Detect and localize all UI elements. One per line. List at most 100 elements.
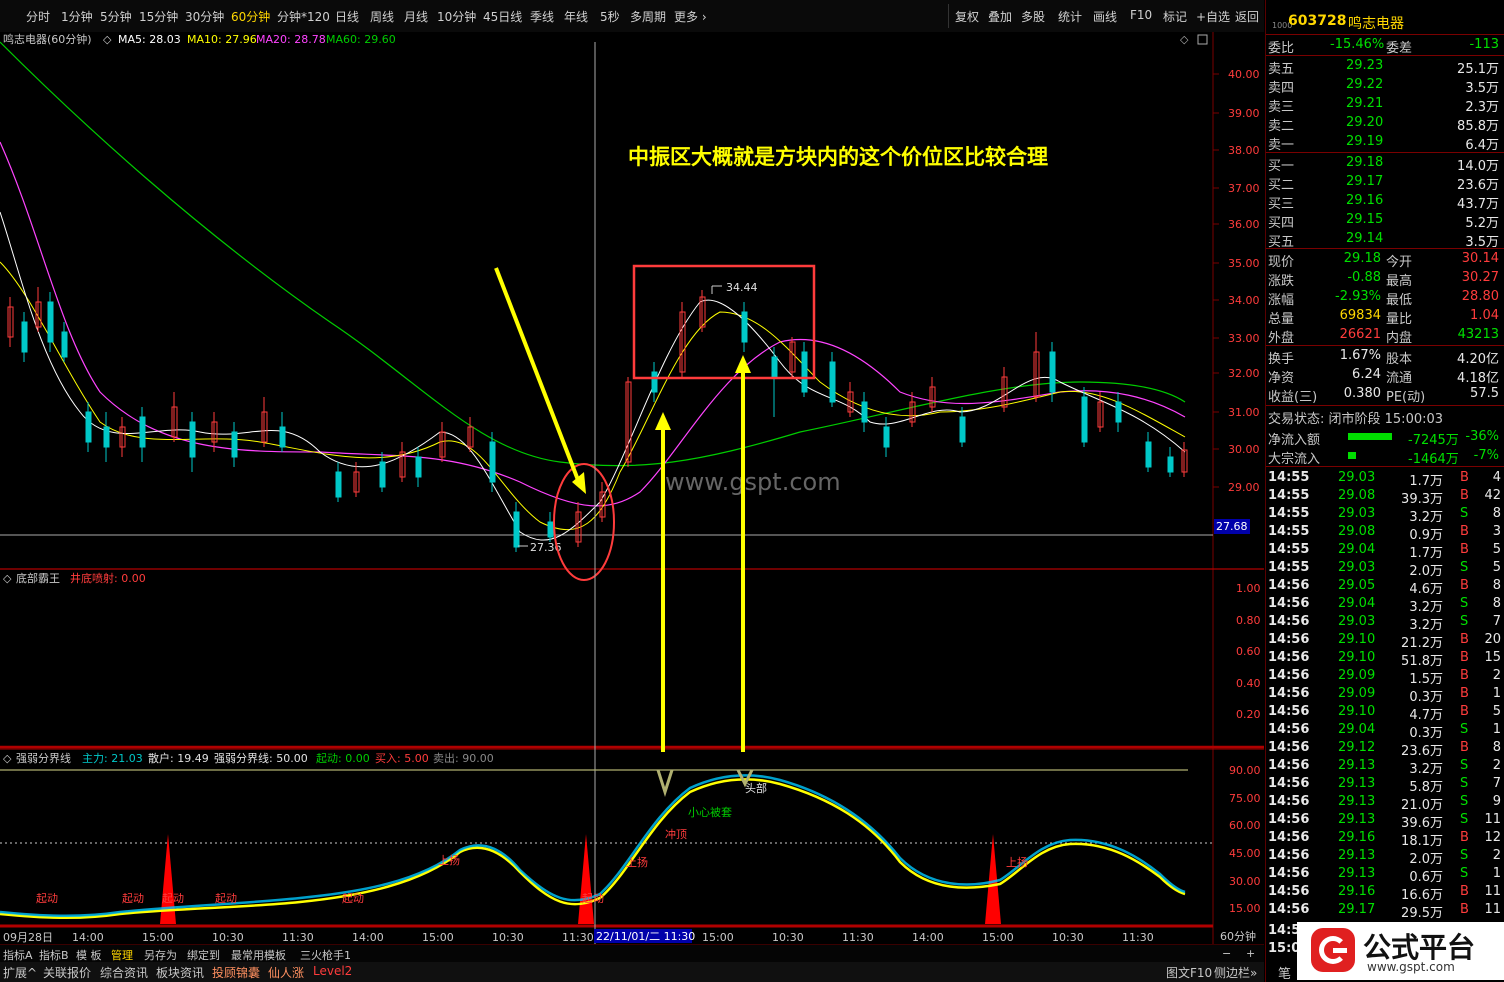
tick-row: 14:55 29.03 3.2万 S 8: [1268, 506, 1501, 525]
tab-sidebar[interactable]: 侧边栏»: [1214, 964, 1257, 981]
tab-5sec[interactable]: 5秒: [600, 8, 620, 25]
tick-row: 14:56 29.09 0.3万 B 1: [1268, 686, 1501, 705]
diamond-icon[interactable]: ◇: [1180, 33, 1189, 46]
mark-button[interactable]: 标记: [1163, 8, 1187, 25]
svg-text:30.00: 30.00: [1229, 875, 1261, 888]
annotation-text: 中振区大概就是方块内的这个价位区比较合理: [628, 145, 1048, 169]
indicator2-name[interactable]: 强弱分界线: [16, 751, 71, 765]
svg-text:15:00: 15:00: [422, 931, 454, 944]
tick-row: 14:56 29.13 5.8万 S 7: [1268, 776, 1501, 795]
tab-30min[interactable]: 30分钟: [185, 8, 224, 25]
tab-daily[interactable]: 日线: [335, 8, 359, 25]
tab-more[interactable]: 更多 ›: [674, 8, 707, 25]
overlay-button[interactable]: 叠加: [988, 8, 1012, 25]
zoom-in-button[interactable]: +: [1246, 947, 1255, 960]
tab-fenshi[interactable]: 分时: [26, 8, 50, 25]
tab-advisor[interactable]: 投顾锦囊: [212, 964, 260, 981]
fund-row: 换手 1.67% 股本 4.20亿: [1268, 348, 1499, 367]
collapse-icon[interactable]: ◇: [103, 33, 112, 46]
svg-text:38.00: 38.00: [1228, 144, 1260, 157]
bid-row: 买二 29.17 23.6万: [1268, 174, 1499, 193]
tab-5min[interactable]: 5分钟: [100, 8, 132, 25]
tab-min120[interactable]: 分钟*120: [277, 8, 330, 25]
high-price-label: 34.44: [726, 281, 758, 294]
tab-year[interactable]: 年线: [564, 8, 588, 25]
add-favorite-button[interactable]: +自选: [1196, 8, 1230, 25]
tab-news[interactable]: 综合资讯: [100, 964, 148, 981]
block-inflow-row: 大宗流入 -1464万 -7%: [1268, 448, 1499, 467]
draw-line-button[interactable]: 画线: [1093, 8, 1117, 25]
tab-bind-to[interactable]: 绑定到: [187, 947, 220, 963]
svg-text:起动: 起动: [342, 892, 364, 905]
fund-row: 收益(三) 0.380 PE(动) 57.5: [1268, 386, 1499, 405]
tick-row: 14:55 29.08 39.3万 B 42: [1268, 488, 1501, 507]
back-button[interactable]: 返回: [1235, 8, 1259, 25]
tab-manage[interactable]: 管理: [111, 947, 133, 963]
tab-60min[interactable]: 60分钟: [231, 8, 270, 25]
stock-name: 鸣志电器: [1348, 16, 1404, 32]
collapse-icon[interactable]: ◇: [3, 752, 12, 765]
tab-sanhuo[interactable]: 三火枪手1: [300, 947, 351, 963]
tab-quarter[interactable]: 季线: [530, 8, 554, 25]
chart-area[interactable]: 鸣志电器(60分钟) ◇ MA5: 28.03 MA10: 27.96 MA20…: [0, 32, 1264, 944]
period-label: 60分钟: [1220, 929, 1256, 943]
tab-xianren[interactable]: 仙人涨: [268, 964, 304, 981]
tick-row: 14:55 29.04 1.7万 B 5: [1268, 542, 1501, 561]
collapse-icon[interactable]: ◇: [3, 572, 12, 585]
tab-weekly[interactable]: 周线: [370, 8, 394, 25]
trade-status: 交易状态: 闭市阶段 15:00:03: [1268, 412, 1444, 427]
tab-level2[interactable]: Level2: [313, 964, 352, 978]
svg-text:11:30: 11:30: [842, 931, 874, 944]
bid-row: 买一 29.18 14.0万: [1268, 155, 1499, 174]
logo-g-icon: [1311, 928, 1355, 972]
tab-10min[interactable]: 10分钟: [437, 8, 476, 25]
svg-text:0.80: 0.80: [1236, 614, 1261, 627]
tab-common-templates[interactable]: 最常用模板: [231, 947, 286, 963]
tab-sector-news[interactable]: 板块资讯: [156, 964, 204, 981]
bid-row: 买四 29.15 5.2万: [1268, 212, 1499, 231]
indicator2-main: 主力: 21.03: [82, 752, 143, 765]
tab-f10-graphic[interactable]: 图文F10: [1166, 964, 1212, 981]
ma10-label: MA10: 27.96: [187, 33, 257, 46]
tab-indicator-b[interactable]: 指标B: [39, 947, 69, 963]
weibi-row: 委比 -15.46% 委差 -113: [1268, 37, 1499, 56]
svg-text:上扬: 上扬: [438, 853, 460, 867]
tab-template[interactable]: 模 板: [76, 947, 102, 963]
svg-text:22/11/01/二 11:30: 22/11/01/二 11:30: [596, 930, 695, 943]
svg-text:31.00: 31.00: [1228, 406, 1260, 419]
logo-url: www.gspt.com: [1367, 960, 1455, 974]
svg-text:40.00: 40.00: [1228, 68, 1260, 81]
svg-text:33.00: 33.00: [1228, 332, 1260, 345]
stat-row: 涨幅 -2.93% 最低 28.80: [1268, 289, 1499, 308]
svg-text:0.40: 0.40: [1236, 677, 1261, 690]
ma60-label: MA60: 29.60: [326, 33, 396, 46]
indicator1-name[interactable]: 底部霸王: [16, 571, 60, 585]
svg-text:14:00: 14:00: [912, 931, 944, 944]
tab-15min[interactable]: 15分钟: [139, 8, 178, 25]
tick-label[interactable]: 笔: [1278, 963, 1291, 982]
tab-related-quote[interactable]: 关联报价: [43, 964, 91, 981]
tab-indicator-a[interactable]: 指标A: [3, 947, 33, 963]
multi-stock-button[interactable]: 多股: [1021, 8, 1045, 25]
tab-45day[interactable]: 45日线: [483, 8, 522, 25]
tab-1min[interactable]: 1分钟: [61, 8, 93, 25]
tab-expand[interactable]: 扩展^: [3, 964, 37, 981]
stats-button[interactable]: 统计: [1058, 8, 1082, 25]
tab-monthly[interactable]: 月线: [404, 8, 428, 25]
fuquan-button[interactable]: 复权: [955, 8, 979, 25]
tick-row: 14:55 29.03 1.7万 B 4: [1268, 470, 1501, 489]
tab-save-as[interactable]: 另存为: [144, 947, 177, 963]
svg-text:起动: 起动: [162, 892, 184, 905]
f10-button[interactable]: F10: [1130, 8, 1152, 22]
fund-row: 净资 6.24 流通 4.18亿: [1268, 367, 1499, 386]
ask-row: 卖二 29.20 85.8万: [1268, 115, 1499, 134]
template-bar: 指标A 指标B 模 板 管理 另存为 绑定到 最常用模板 三火枪手1 − +: [0, 944, 1264, 963]
tick-row: 14:56 29.16 18.1万 B 12: [1268, 830, 1501, 849]
tab-multi-period[interactable]: 多周期: [630, 8, 666, 25]
zoom-out-button[interactable]: −: [1222, 947, 1231, 960]
tick-row: 14:56 29.05 4.6万 B 8: [1268, 578, 1501, 597]
tick-row: 14:56 29.17 29.5万 B 11: [1268, 902, 1501, 921]
stat-row: 涨跌 -0.88 最高 30.27: [1268, 270, 1499, 289]
indicator2-start: 起动: 0.00: [316, 752, 370, 765]
tick-row: 14:56 29.12 23.6万 B 8: [1268, 740, 1501, 759]
